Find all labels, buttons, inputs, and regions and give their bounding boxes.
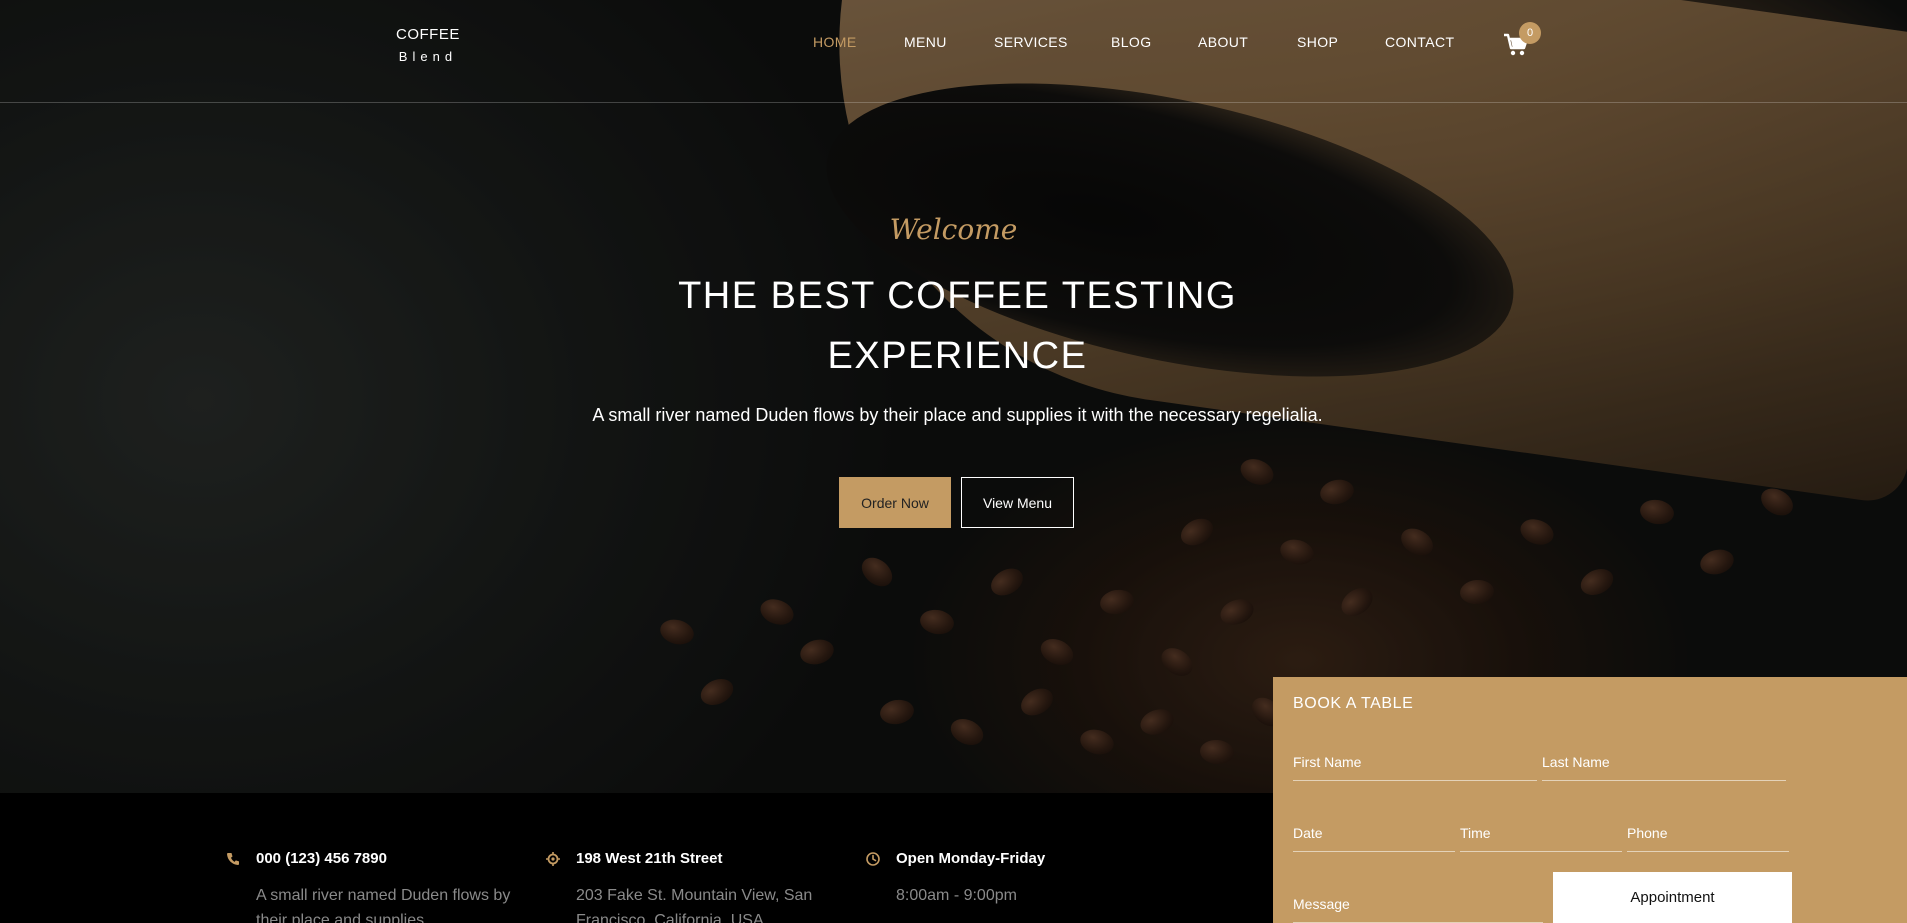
nav-item-blog[interactable]: BLOG [1111, 34, 1152, 50]
cart-count-badge: 0 [1519, 22, 1541, 44]
nav-item-services[interactable]: SERVICES [994, 34, 1068, 50]
hero-welcome: Welcome [889, 213, 1018, 246]
phone-input[interactable] [1627, 814, 1789, 852]
site-logo[interactable]: COFFEE Blend [396, 26, 460, 64]
info-hours-text: 8:00am - 9:00pm [896, 887, 1017, 904]
phone-icon [226, 852, 240, 866]
hero-overlay [0, 0, 1907, 793]
date-input[interactable] [1293, 814, 1455, 852]
message-input[interactable] [1293, 885, 1543, 923]
book-table-title: BOOK A TABLE [1293, 695, 1414, 712]
location-icon [546, 852, 560, 866]
nav-item-about[interactable]: ABOUT [1198, 34, 1248, 50]
logo-line2: Blend [398, 49, 458, 64]
clock-icon [866, 852, 880, 866]
logo-line1: COFFEE [396, 26, 460, 43]
appointment-button[interactable]: Appointment [1553, 872, 1792, 923]
nav-item-home[interactable]: HOME [813, 34, 857, 50]
view-menu-button[interactable]: View Menu [961, 477, 1074, 528]
hero-subline: A small river named Duden flows by their… [592, 405, 1323, 425]
nav-item-shop[interactable]: SHOP [1297, 34, 1338, 50]
info-phone-text: A small river named Duden flows by their… [256, 887, 511, 923]
nav-item-contact[interactable]: CONTACT [1385, 34, 1454, 50]
hero-background [0, 0, 1907, 793]
order-now-button[interactable]: Order Now [839, 477, 951, 528]
book-table-form: BOOK A TABLE Appointment [1273, 677, 1907, 923]
info-hours-title: Open Monday-Friday [896, 850, 1046, 867]
site-header: COFFEE Blend HOME MENU SERVICES BLOG ABO… [0, 0, 1907, 103]
first-name-input[interactable] [1293, 743, 1537, 781]
info-phone-title: 000 (123) 456 7890 [256, 850, 387, 867]
last-name-input[interactable] [1542, 743, 1786, 781]
nav-item-menu[interactable]: MENU [904, 34, 947, 50]
info-address-text: 203 Fake St. Mountain View, San Francisc… [576, 887, 813, 923]
time-input[interactable] [1460, 814, 1622, 852]
info-address-title: 198 West 21th Street [576, 850, 723, 867]
hero-headline: THE BEST COFFEE TESTING EXPERIENCE [678, 275, 1237, 377]
